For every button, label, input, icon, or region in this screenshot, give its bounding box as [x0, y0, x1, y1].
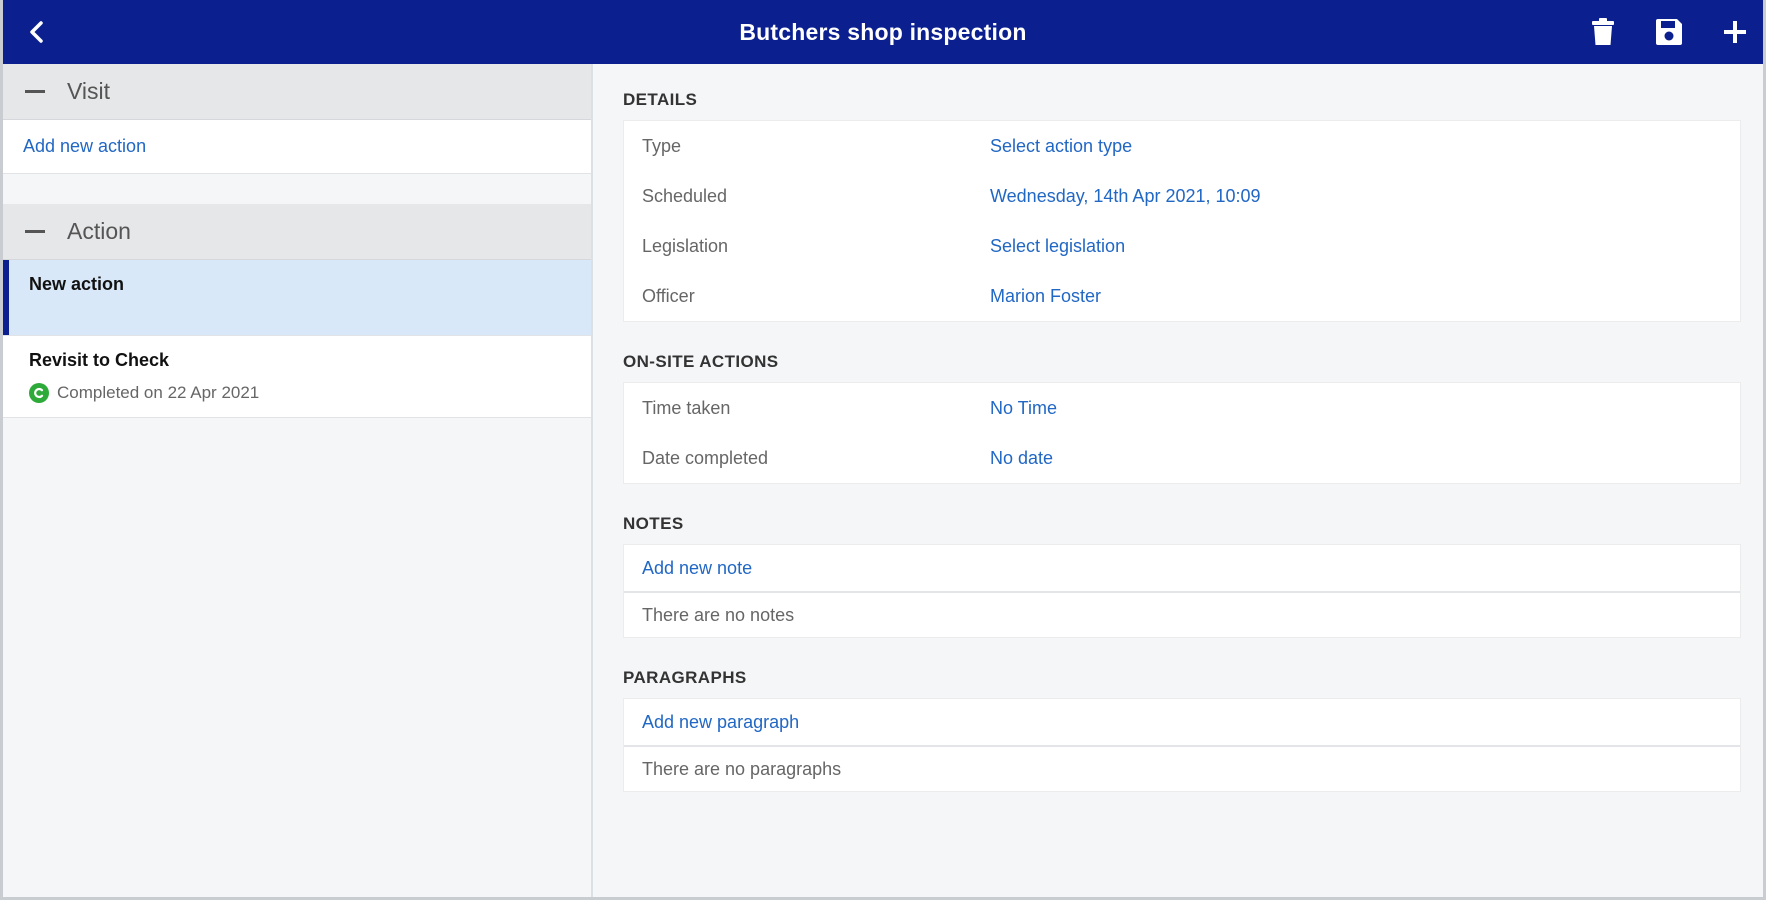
- add-new-action-link[interactable]: Add new action: [23, 136, 146, 157]
- save-button[interactable]: [1651, 14, 1687, 50]
- page-title: Butchers shop inspection: [739, 18, 1027, 45]
- time-taken-picker[interactable]: No Time: [990, 398, 1057, 419]
- action-section-label: Action: [67, 218, 131, 244]
- completed-date-text: Completed on 22 Apr 2021: [57, 383, 260, 402]
- action-list-item-new[interactable]: New action: [3, 260, 591, 336]
- chevron-left-icon: [30, 21, 43, 43]
- detail-key: Legislation: [642, 235, 729, 256]
- visit-section-header[interactable]: Visit: [3, 64, 591, 120]
- action-item-name: Revisit to Check: [29, 350, 170, 370]
- notes-card: Add new note There are no notes: [623, 544, 1741, 638]
- legislation-select[interactable]: Select legislation: [990, 236, 1125, 257]
- add-paragraph-row: Add new paragraph: [624, 699, 1740, 745]
- action-item-name: New action: [29, 274, 125, 294]
- details-card: Type Select action type Scheduled Wednes…: [623, 120, 1741, 322]
- trash-icon: [1592, 18, 1614, 45]
- detail-key: Date completed: [642, 447, 769, 468]
- detail-row-type: Type Select action type: [624, 121, 1740, 171]
- detail-panel: DETAILS Type Select action type Schedule…: [595, 64, 1763, 897]
- detail-row-legislation: Legislation Select legislation: [624, 221, 1740, 271]
- action-section-header[interactable]: Action: [3, 204, 591, 260]
- action-list-item-revisit[interactable]: Revisit to Check Completed on 22 Apr 202…: [3, 336, 591, 418]
- onsite-row-time-taken: Time taken No Time: [624, 383, 1740, 433]
- app-window: Butchers shop inspection Visit Add new a…: [0, 0, 1766, 900]
- back-button[interactable]: [21, 16, 53, 48]
- detail-row-officer: Officer Marion Foster: [624, 271, 1740, 321]
- add-new-paragraph-link[interactable]: Add new paragraph: [642, 712, 799, 733]
- completed-badge-icon: [29, 383, 49, 403]
- notes-heading: NOTES: [623, 514, 684, 533]
- paragraphs-heading: PARAGRAPHS: [623, 668, 747, 687]
- paragraphs-card: Add new paragraph There are no paragraph…: [623, 698, 1741, 792]
- officer-select[interactable]: Marion Foster: [990, 286, 1101, 307]
- detail-key: Scheduled: [642, 185, 728, 206]
- collapse-icon: [25, 230, 45, 233]
- sidebar: Visit Add new action Action New action R…: [3, 64, 593, 897]
- paragraphs-empty-row: There are no paragraphs: [624, 745, 1740, 791]
- notes-empty-row: There are no notes: [624, 591, 1740, 637]
- plus-icon: [1724, 21, 1746, 43]
- toolbar-actions: [1585, 14, 1753, 50]
- action-type-select[interactable]: Select action type: [990, 136, 1132, 157]
- top-app-bar: Butchers shop inspection: [3, 0, 1763, 64]
- add-button[interactable]: [1717, 14, 1753, 50]
- delete-button[interactable]: [1585, 14, 1621, 50]
- visit-section-label: Visit: [67, 78, 111, 104]
- onsite-actions-heading: ON-SITE ACTIONS: [623, 352, 779, 371]
- add-note-row: Add new note: [624, 545, 1740, 591]
- collapse-icon: [25, 90, 45, 93]
- detail-row-scheduled: Scheduled Wednesday, 14th Apr 2021, 10:0…: [624, 171, 1740, 221]
- detail-key: Type: [642, 135, 682, 156]
- action-item-status: Completed on 22 Apr 2021: [29, 383, 565, 403]
- date-completed-picker[interactable]: No date: [990, 448, 1053, 469]
- onsite-actions-card: Time taken No Time Date completed No dat…: [623, 382, 1741, 484]
- no-paragraphs-text: There are no paragraphs: [642, 758, 842, 779]
- detail-key: Officer: [642, 285, 695, 306]
- add-new-note-link[interactable]: Add new note: [642, 558, 752, 579]
- no-notes-text: There are no notes: [642, 604, 795, 625]
- add-action-row: Add new action: [3, 120, 591, 174]
- detail-key: Time taken: [642, 397, 731, 418]
- scheduled-date-picker[interactable]: Wednesday, 14th Apr 2021, 10:09: [990, 186, 1261, 207]
- save-icon: [1656, 19, 1682, 45]
- onsite-row-date-completed: Date completed No date: [624, 433, 1740, 483]
- details-heading: DETAILS: [623, 90, 698, 109]
